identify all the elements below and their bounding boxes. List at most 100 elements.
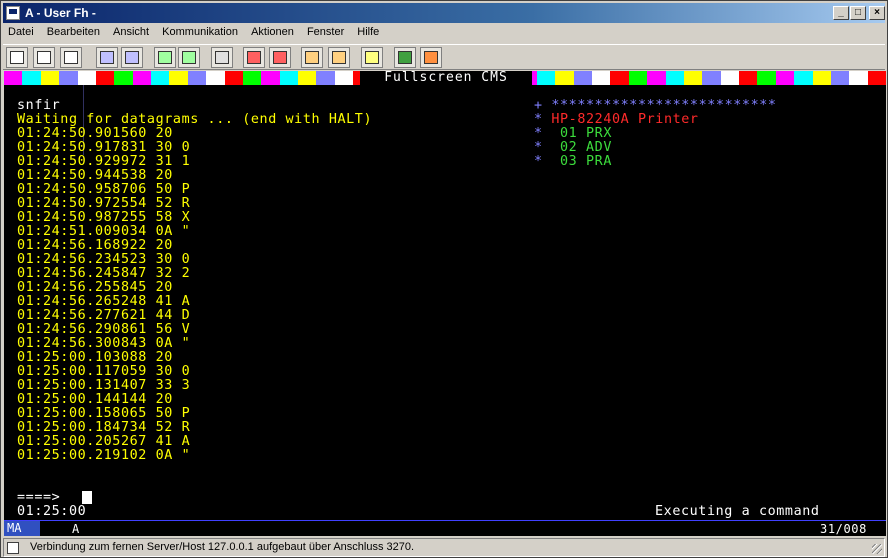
send-button[interactable] — [96, 47, 118, 68]
connection-icon — [7, 542, 19, 554]
screen-icon — [158, 51, 172, 64]
menu-kommunikation[interactable]: Kommunikation — [157, 24, 243, 40]
log-line: 01:24:50.944538 20 — [17, 168, 173, 183]
menu-ansicht[interactable]: Ansicht — [108, 24, 154, 40]
color-bar-segment — [830, 71, 850, 85]
globe-button[interactable] — [394, 47, 416, 68]
color-bar-segment — [114, 71, 133, 85]
terminal-button[interactable] — [178, 47, 200, 68]
log-line: 01:24:51.009034 0A " — [17, 224, 191, 239]
resize-grip-icon[interactable] — [872, 544, 882, 554]
log-line: 01:24:50.929972 31 1 — [17, 154, 191, 169]
color-bar-segment — [261, 71, 280, 85]
connect-icon — [10, 51, 24, 64]
toolbar — [3, 44, 885, 70]
log-line: 01:24:50.958706 50 P — [17, 182, 191, 197]
macro-run-icon — [305, 51, 319, 64]
play-button[interactable] — [269, 47, 291, 68]
color-bar-segment — [151, 71, 170, 85]
cursor-position: 31/008 — [820, 522, 867, 536]
globe-icon — [398, 51, 412, 64]
color-bar-segment — [536, 71, 556, 85]
color-bar-segment — [775, 71, 795, 85]
command-prompt: ====> — [17, 490, 61, 505]
log-line: 01:24:50.987255 58 X — [17, 210, 191, 225]
menu-bar: Datei Bearbeiten Ansicht Kommunikation A… — [3, 24, 885, 42]
connect-button[interactable] — [6, 47, 28, 68]
menu-datei[interactable]: Datei — [3, 24, 39, 40]
paste-button[interactable] — [60, 47, 82, 68]
color-bar-segment — [224, 71, 243, 85]
color-bar-segment — [95, 71, 115, 85]
status-text: Verbindung zum fernen Server/Host 127.0.… — [30, 541, 415, 553]
color-bar: Fullscreen CMS — [4, 71, 886, 85]
panel-item: * 01 PRX — [534, 126, 612, 141]
log-line: 01:25:00.184734 52 R — [17, 420, 191, 435]
panel-item: * 02 ADV — [534, 140, 612, 155]
color-bar-segment — [665, 71, 684, 85]
paste-icon — [64, 51, 78, 64]
log-line: 01:24:56.255845 20 — [17, 280, 173, 295]
macro-run-button[interactable] — [301, 47, 323, 68]
printer-button[interactable] — [211, 47, 233, 68]
terminal-screen[interactable]: Fullscreen CMS snfir Waiting for datagra… — [4, 71, 886, 520]
command-line: snfir — [17, 98, 61, 113]
menu-bearbeiten[interactable]: Bearbeiten — [42, 24, 105, 40]
color-bar-segment — [647, 71, 666, 85]
color-bar-segment — [867, 71, 886, 85]
panel-item: * 03 PRA — [534, 154, 612, 169]
printer-icon — [215, 51, 229, 64]
color-bar-segment — [573, 71, 592, 85]
color-bar-segment — [59, 71, 78, 85]
mode-indicator: MA — [4, 521, 40, 536]
log-line: 01:24:56.290861 56 V — [17, 322, 191, 337]
log-line: 01:24:56.265248 41 A — [17, 294, 191, 309]
menu-fenster[interactable]: Fenster — [302, 24, 349, 40]
color-bar-segment — [683, 71, 703, 85]
receive-button[interactable] — [121, 47, 143, 68]
play-icon — [273, 51, 287, 64]
input-cursor[interactable] — [82, 491, 92, 504]
color-bar-segment — [279, 71, 298, 85]
color-bar-segment — [720, 71, 739, 85]
color-bar-segment — [849, 71, 868, 85]
maximize-button[interactable]: □ — [850, 6, 866, 20]
color-bar-segment — [206, 71, 225, 85]
macro-stop-button[interactable] — [328, 47, 350, 68]
color-bar-segment — [132, 71, 151, 85]
record-button[interactable] — [243, 47, 265, 68]
color-bar-segment — [592, 71, 611, 85]
title-bar[interactable]: A - User Fh - _ □ × — [3, 3, 885, 23]
log-line: 01:24:50.972554 52 R — [17, 196, 191, 211]
close-button[interactable]: × — [869, 6, 885, 20]
panel-header: + ************************** — [534, 98, 777, 113]
operator-info-area: MA A 31/008 — [4, 520, 886, 536]
menu-aktionen[interactable]: Aktionen — [246, 24, 299, 40]
log-line: 01:24:50.901560 20 — [17, 126, 173, 141]
color-bar-segment — [4, 71, 23, 85]
minimize-button[interactable]: _ — [833, 6, 849, 20]
window-title: A - User Fh - — [25, 6, 96, 20]
color-bar-segment — [22, 71, 41, 85]
color-bar-segment — [316, 71, 335, 85]
fullscreen-title: Fullscreen CMS — [360, 71, 532, 85]
log-line: 01:25:00.219102 0A " — [17, 448, 191, 463]
log-line: 01:25:00.103088 20 — [17, 350, 173, 365]
app-icon[interactable] — [6, 6, 20, 20]
color-bar-segment — [610, 71, 629, 85]
waiting-message: Waiting for datagrams ... (end with HALT… — [17, 112, 373, 127]
color-bar-segment — [242, 71, 262, 85]
log-line: 01:24:56.168922 20 — [17, 238, 173, 253]
copy-icon — [37, 51, 51, 64]
copy-button[interactable] — [33, 47, 55, 68]
key-icon — [424, 51, 438, 64]
color-bar-segment — [739, 71, 758, 85]
menu-hilfe[interactable]: Hilfe — [352, 24, 384, 40]
color-bar-segment — [794, 71, 813, 85]
color-bar-segment — [702, 71, 721, 85]
clipboard-button[interactable] — [361, 47, 383, 68]
color-bar-segment — [812, 71, 831, 85]
screen-button[interactable] — [154, 47, 176, 68]
key-button[interactable] — [420, 47, 442, 68]
session-indicator: A — [72, 522, 80, 536]
